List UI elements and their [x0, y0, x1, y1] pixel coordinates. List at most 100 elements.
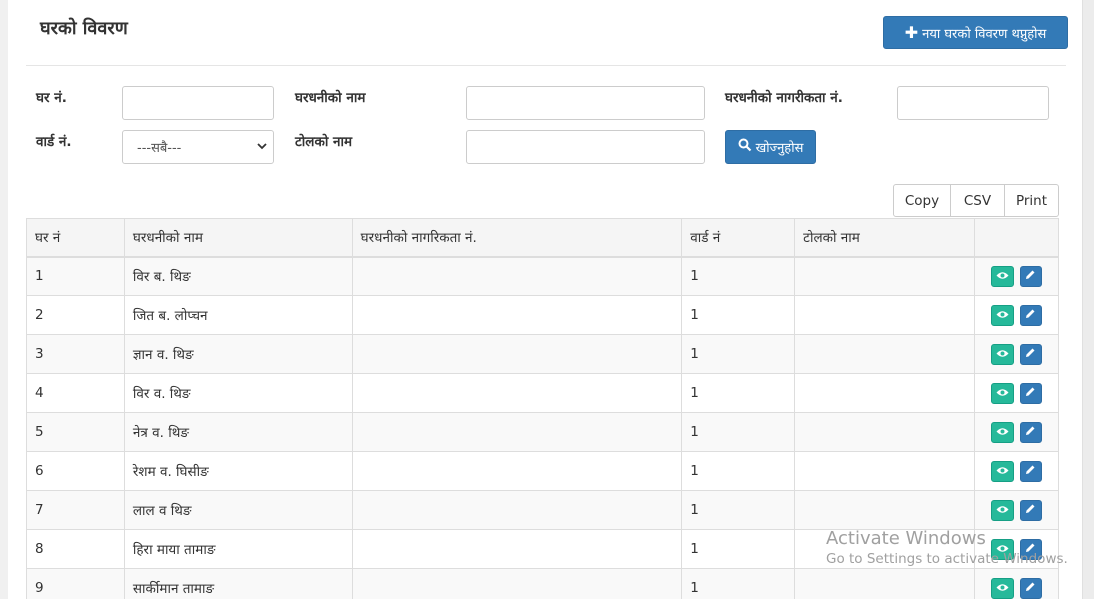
cell-house-no: 5	[26, 412, 125, 452]
edit-button[interactable]	[1019, 304, 1042, 326]
print-button[interactable]: Print	[1004, 184, 1059, 217]
row-actions	[983, 304, 1050, 326]
cell-tole	[794, 529, 975, 569]
divider	[26, 65, 1066, 66]
csv-button[interactable]: CSV	[950, 184, 1005, 217]
table-row: 3 ज्ञान व. थिङ 1	[26, 334, 1060, 374]
owner-name-input[interactable]	[466, 86, 705, 120]
table-header-row: घर नं घरधनीको नाम घरधनीको नागरिकता नं. व…	[26, 218, 1060, 258]
plus-icon: ✚	[904, 23, 919, 42]
house-no-input[interactable]	[122, 86, 274, 120]
table-row: 7 लाल व थिङ 1	[26, 490, 1060, 530]
cell-actions	[973, 451, 1060, 491]
house-no-label: घर नं.	[36, 90, 67, 106]
row-actions	[983, 538, 1050, 560]
cell-tole	[794, 451, 975, 491]
cell-ward: 1	[681, 529, 796, 569]
pencil-icon	[1025, 541, 1036, 557]
tole-input[interactable]	[466, 130, 705, 164]
export-button-group: Copy CSV Print	[893, 184, 1059, 217]
cell-house-no: 8	[26, 529, 125, 569]
cell-owner-name: हिरा माया तामाङ	[123, 529, 353, 569]
chevron-down-icon	[257, 140, 267, 155]
cell-citizenship	[351, 412, 683, 452]
cell-tole	[794, 334, 975, 374]
row-actions	[983, 265, 1050, 287]
column-header-tole[interactable]: टोलको नाम	[794, 218, 975, 258]
cell-citizenship	[351, 295, 683, 335]
page-container: घरको विवरण ✚ नया घरको विवरण थप्नुहोस घर …	[8, 0, 1082, 599]
edit-button[interactable]	[1019, 421, 1042, 443]
search-button-label: खोज्नुहोस	[755, 141, 804, 156]
table-row: 2 जित ब. लोप्चन 1	[26, 295, 1060, 335]
view-button[interactable]	[990, 421, 1014, 443]
cell-tole	[794, 295, 975, 335]
table-row: 6 रेशम व. घिसीङ 1	[26, 451, 1060, 491]
cell-actions	[973, 373, 1060, 413]
cell-owner-name: लाल व थिङ	[123, 490, 353, 530]
page-scrollbar[interactable]	[1082, 0, 1094, 599]
cell-ward: 1	[681, 373, 796, 413]
ward-selected-value: ---सबै---	[137, 141, 182, 156]
cell-ward: 1	[681, 490, 796, 530]
cell-owner-name: जित ब. लोप्चन	[123, 295, 353, 335]
pencil-icon	[1025, 307, 1036, 323]
edit-button[interactable]	[1019, 460, 1042, 482]
cell-citizenship	[351, 529, 683, 569]
edit-button[interactable]	[1019, 265, 1042, 287]
cell-house-no: 7	[26, 490, 125, 530]
edit-button[interactable]	[1019, 382, 1042, 404]
cell-ward: 1	[681, 412, 796, 452]
cell-tole	[794, 412, 975, 452]
edit-button[interactable]	[1019, 343, 1042, 365]
column-header-ward[interactable]: वार्ड नं	[681, 218, 796, 258]
table-row: 1 विर ब. थिङ 1	[26, 256, 1060, 296]
owner-name-label: घरधनीको नाम	[295, 90, 366, 106]
view-button[interactable]	[990, 538, 1014, 560]
row-actions	[983, 499, 1050, 521]
cell-tole	[794, 373, 975, 413]
cell-ward: 1	[681, 334, 796, 374]
eye-icon	[996, 268, 1009, 284]
column-header-house-no[interactable]: घर नं	[26, 218, 125, 258]
cell-actions	[973, 256, 1060, 296]
view-button[interactable]	[990, 460, 1014, 482]
eye-icon	[996, 541, 1009, 557]
cell-tole	[794, 490, 975, 530]
ward-select[interactable]: ---सबै---	[122, 130, 274, 164]
cell-owner-name: ज्ञान व. थिङ	[123, 334, 353, 374]
view-button[interactable]	[990, 499, 1014, 521]
edit-button[interactable]	[1019, 499, 1042, 521]
page-title: घरको विवरण	[40, 18, 128, 39]
eye-icon	[996, 346, 1009, 362]
cell-owner-name: नेत्र व. थिङ	[123, 412, 353, 452]
view-button[interactable]	[990, 382, 1014, 404]
pencil-icon	[1025, 580, 1036, 596]
row-actions	[983, 382, 1050, 404]
eye-icon	[996, 424, 1009, 440]
cell-owner-name: रेशम व. घिसीङ	[123, 451, 353, 491]
view-button[interactable]	[990, 304, 1014, 326]
edit-button[interactable]	[1019, 577, 1042, 599]
search-button[interactable]: खोज्नुहोस	[725, 130, 816, 164]
column-header-owner-name[interactable]: घरधनीको नाम	[123, 218, 353, 258]
edit-button[interactable]	[1019, 538, 1042, 560]
citizenship-label: घरधनीको नागरीकता नं.	[725, 90, 843, 106]
pencil-icon	[1025, 346, 1036, 362]
add-house-button[interactable]: ✚ नया घरको विवरण थप्नुहोस	[883, 16, 1068, 49]
copy-button[interactable]: Copy	[893, 184, 951, 217]
search-icon	[738, 138, 752, 156]
view-button[interactable]	[990, 343, 1014, 365]
cell-tole	[794, 256, 975, 296]
view-button[interactable]	[990, 577, 1014, 599]
column-header-citizenship[interactable]: घरधनीको नागरिकता नं.	[351, 218, 683, 258]
house-table: घर नं घरधनीको नाम घरधनीको नागरिकता नं. व…	[26, 218, 1060, 599]
cell-house-no: 9	[26, 568, 125, 599]
cell-actions	[973, 529, 1060, 569]
tole-label: टोलको नाम	[295, 134, 353, 150]
eye-icon	[996, 580, 1009, 596]
table-row: 8 हिरा माया तामाङ 1	[26, 529, 1060, 569]
view-button[interactable]	[990, 265, 1014, 287]
cell-house-no: 1	[26, 256, 125, 296]
citizenship-input[interactable]	[897, 86, 1049, 120]
